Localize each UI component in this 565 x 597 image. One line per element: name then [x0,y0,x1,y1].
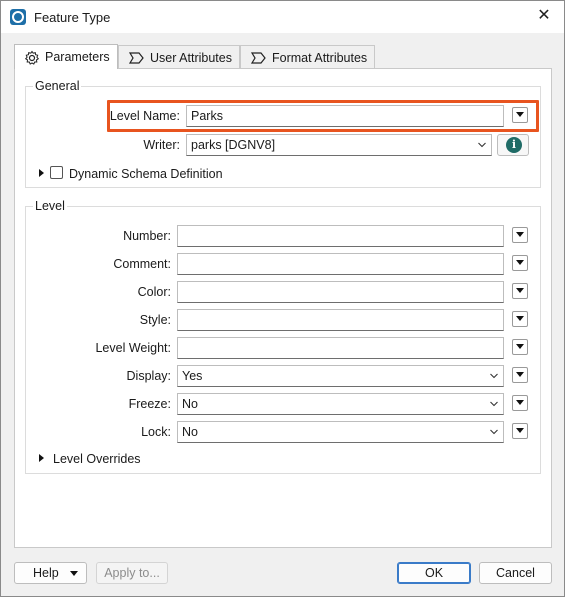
color-menu-button[interactable] [512,283,528,299]
feature-type-dialog: Feature Type ✕ Parameters User Attribute… [0,0,565,597]
gear-icon [24,50,40,65]
chevron-down-icon [490,429,498,435]
level-overrides-expander[interactable] [39,454,44,462]
writer-info-button[interactable]: i [497,134,529,156]
color-input[interactable] [177,281,504,303]
style-input[interactable] [177,309,504,331]
style-menu-button[interactable] [512,311,528,327]
lock-select[interactable]: No [177,421,504,443]
chevron-down-icon [490,401,498,407]
level-name-menu-button[interactable] [512,107,528,123]
app-icon [10,9,26,25]
comment-input[interactable] [177,253,504,275]
info-icon: i [506,137,522,153]
tab-user-attributes[interactable]: User Attributes [118,45,240,69]
chevron-down-icon [70,571,78,576]
level-name-input[interactable]: Parks [186,105,504,127]
number-label: Number: [123,229,171,243]
tab-user-attributes-label: User Attributes [150,51,232,65]
parameters-panel: General Level Name: Parks Writer: parks … [14,68,552,548]
lock-label: Lock: [141,425,171,439]
lock-value: No [182,425,198,439]
freeze-menu-button[interactable] [512,395,528,411]
tab-parameters-label: Parameters [45,50,110,64]
level-group-title: Level [33,199,67,213]
level-weight-menu-button[interactable] [512,339,528,355]
general-group-title: General [33,79,82,93]
freeze-value: No [182,397,198,411]
display-menu-button[interactable] [512,367,528,383]
cancel-button[interactable]: Cancel [479,562,552,584]
lock-menu-button[interactable] [512,423,528,439]
attribute-tag-icon [251,52,266,64]
level-name-label: Level Name: [109,109,180,123]
level-overrides-label: Level Overrides [53,452,141,466]
dynamic-schema-label: Dynamic Schema Definition [69,167,223,181]
title-bar: Feature Type ✕ [1,1,564,33]
close-icon[interactable]: ✕ [534,6,554,26]
number-menu-button[interactable] [512,227,528,243]
window-title: Feature Type [34,10,111,25]
chevron-down-icon [478,142,486,148]
ok-button[interactable]: OK [397,562,471,584]
dynamic-schema-expander[interactable] [39,169,44,177]
writer-select[interactable]: parks [DGNV8] [186,134,492,156]
comment-menu-button[interactable] [512,255,528,271]
freeze-label: Freeze: [128,397,171,411]
level-weight-input[interactable] [177,337,504,359]
tab-format-attributes-label: Format Attributes [272,51,368,65]
color-label: Color: [137,285,171,299]
tab-parameters[interactable]: Parameters [14,44,118,69]
chevron-down-icon [490,373,498,379]
help-button-label: Help [33,566,59,580]
display-select[interactable]: Yes [177,365,504,387]
dynamic-schema-checkbox[interactable] [50,166,63,179]
freeze-select[interactable]: No [177,393,504,415]
comment-label: Comment: [113,257,171,271]
writer-value: parks [DGNV8] [191,138,276,152]
number-input[interactable] [177,225,504,247]
level-weight-label: Level Weight: [95,341,171,355]
apply-to-button[interactable]: Apply to... [96,562,168,584]
tab-format-attributes[interactable]: Format Attributes [240,45,375,69]
display-value: Yes [182,369,203,383]
writer-label: Writer: [143,138,180,152]
help-button[interactable]: Help [14,562,87,584]
attribute-tag-icon [129,52,144,64]
display-label: Display: [126,369,171,383]
style-label: Style: [139,313,171,327]
